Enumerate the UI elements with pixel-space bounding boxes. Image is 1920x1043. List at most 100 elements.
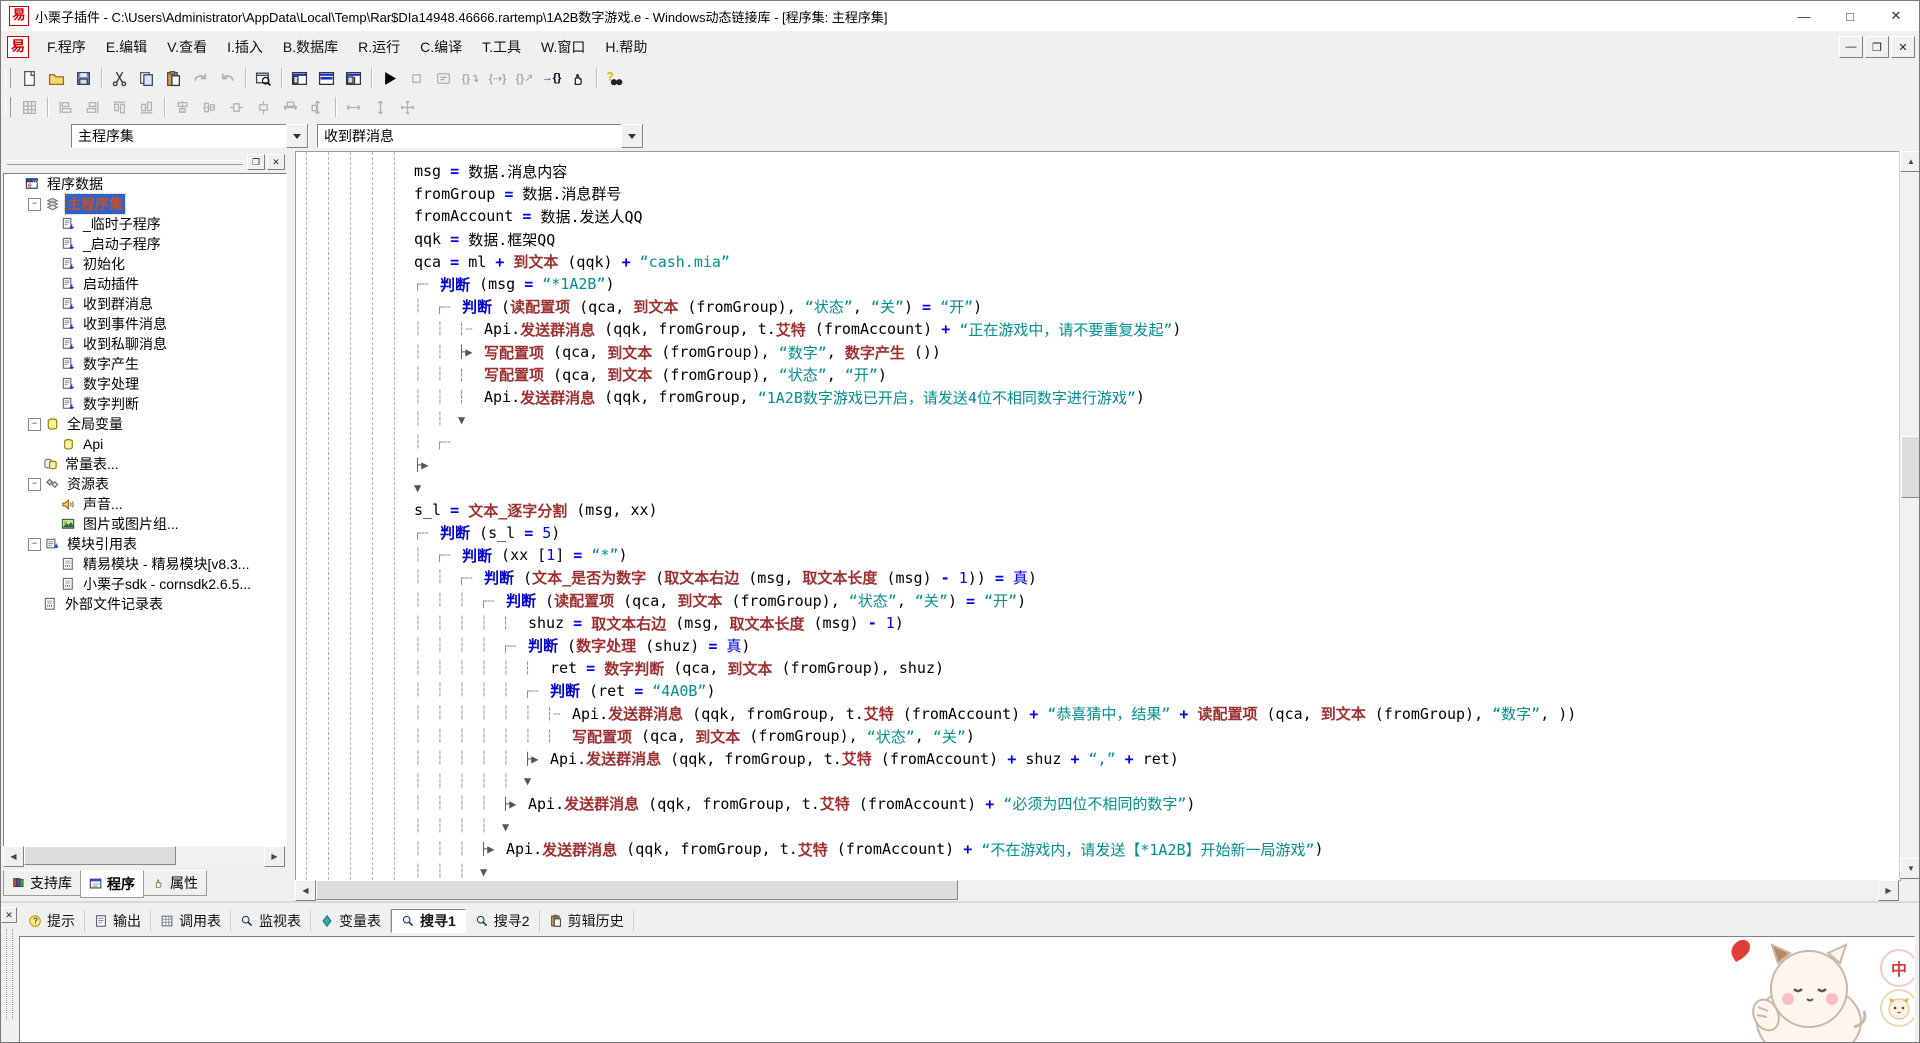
tree-horizontal-scrollbar[interactable]: ◀ ▶ <box>3 846 285 865</box>
code-line-23[interactable]: ┆┆┆┆┆┆ret = 数字判断 (qca, 到文本 (fromGroup), … <box>414 657 1576 680</box>
search-results-area[interactable]: 中 <box>19 936 1915 1043</box>
menu-item-7[interactable]: T.工具 <box>472 33 531 61</box>
code-horizontal-scrollbar[interactable]: ◀ ▶ <box>295 880 1899 900</box>
code-line-22[interactable]: ┆┆┆┆┌╌判断 (数字处理 (shuz) = 真) <box>414 634 1576 657</box>
tree-item-程序数据[interactable]: e101程序数据 <box>4 174 286 194</box>
save-button[interactable] <box>71 66 96 90</box>
tree-item-_临时子程序[interactable]: _临时子程序 <box>4 214 286 234</box>
menu-item-5[interactable]: R.运行 <box>348 33 410 61</box>
code-line-20[interactable]: ┆┆┆┌╌判断 (读配置项 (qca, 到文本 (fromGroup), “状态… <box>414 589 1576 612</box>
tab-剪辑历史[interactable]: 剪辑历史 <box>540 910 634 932</box>
tab-属性[interactable]: 属性 <box>143 870 207 896</box>
child-minimize-button[interactable]: — <box>1839 36 1863 58</box>
code-line-24[interactable]: ┆┆┆┆┆┌╌判断 (ret = “4A0B”) <box>414 680 1576 703</box>
pause-hand-button[interactable] <box>566 66 591 90</box>
tree-item-收到私聊消息[interactable]: 收到私聊消息 <box>4 334 286 354</box>
expand-collapse-icon[interactable]: − <box>28 538 41 551</box>
tree-item-数字判断[interactable]: 数字判断 <box>4 394 286 414</box>
expand-collapse-icon[interactable]: − <box>28 478 41 491</box>
menu-item-6[interactable]: C.编译 <box>410 33 472 61</box>
tab-搜寻2[interactable]: 搜寻2 <box>466 910 540 932</box>
tab-调用表[interactable]: 调用表 <box>151 910 231 932</box>
panel-grip[interactable] <box>7 160 243 165</box>
code-vertical-scrollbar[interactable]: ▲ ▼ <box>1899 151 1920 879</box>
tab-支持库[interactable]: 支持库 <box>3 870 81 896</box>
tab-提示[interactable]: ?提示 <box>19 910 85 932</box>
panel-splitter[interactable] <box>287 151 295 901</box>
scroll-right-icon[interactable]: ▶ <box>264 846 285 867</box>
code-line-1[interactable]: msg = 数据.消息内容 <box>414 160 1576 183</box>
toolbar-grip[interactable] <box>5 68 11 88</box>
tree-item-初始化[interactable]: 初始化 <box>4 254 286 274</box>
tree-item-声音-[interactable]: 声音... <box>4 494 286 514</box>
code-line-7[interactable]: ┆┌╌判断 (读配置项 (qca, 到文本 (fromGroup), “状态”,… <box>414 296 1576 319</box>
tree-item-主程序集[interactable]: −主程序集 <box>4 194 286 214</box>
paste-button[interactable] <box>161 66 186 90</box>
code-line-27[interactable]: ┆┆┆┆┆├▶Api.发送群消息 (qqk, fromGroup, t.艾特 (… <box>414 747 1576 770</box>
menu-item-2[interactable]: V.查看 <box>157 33 217 61</box>
tab-监视表[interactable]: 监视表 <box>231 910 311 932</box>
open-file-button[interactable] <box>44 66 69 90</box>
new-file-button[interactable] <box>17 66 42 90</box>
tab-变量表[interactable]: 变量表 <box>311 910 391 932</box>
tree-item-精易模块-精易模块-v8-3-[interactable]: 精易模块 - 精易模块[v8.3... <box>4 554 286 574</box>
code-line-8[interactable]: ┆┆┆╌Api.发送群消息 (qqk, fromGroup, t.艾特 (fro… <box>414 318 1576 341</box>
tree-item-小栗子sdk-cornsdk2-6-5-[interactable]: 小栗子sdk - cornsdk2.6.5... <box>4 574 286 594</box>
find-button[interactable] <box>251 66 276 90</box>
menu-item-3[interactable]: I.插入 <box>217 33 273 61</box>
tree-item-资源表[interactable]: −资源表 <box>4 474 286 494</box>
routine-combobox[interactable]: 收到群消息 <box>317 124 644 148</box>
layout-split-button[interactable] <box>341 66 366 90</box>
scroll-right-icon[interactable]: ▶ <box>1878 880 1899 901</box>
tree-item-_启动子程序[interactable]: _启动子程序 <box>4 234 286 254</box>
tree-item-模块引用表[interactable]: −模块引用表 <box>4 534 286 554</box>
code-line-28[interactable]: ┆┆┆┆┆▼ <box>414 770 1576 793</box>
code-editor[interactable]: msg = 数据.消息内容fromGroup = 数据.消息群号fromAcco… <box>295 151 1901 881</box>
layout-top-button[interactable] <box>314 66 339 90</box>
code-line-9[interactable]: ┆┆├▶写配置项 (qca, 到文本 (fromGroup), “数字”, 数字… <box>414 341 1576 364</box>
menu-item-0[interactable]: F.程序 <box>37 33 96 61</box>
layout-left-button[interactable] <box>287 66 312 90</box>
code-line-6[interactable]: ┌╌判断 (msg = “*1A2B”) <box>414 273 1576 296</box>
code-line-11[interactable]: ┆┆┆Api.发送群消息 (qqk, fromGroup, “1A2B数字游戏已… <box>414 386 1576 409</box>
code-line-31[interactable]: ┆┆┆├▶Api.发送群消息 (qqk, fromGroup, t.艾特 (fr… <box>414 838 1576 861</box>
code-line-26[interactable]: ┆┆┆┆┆┆┆写配置项 (qca, 到文本 (fromGroup), “状态”,… <box>414 725 1576 748</box>
code-line-14[interactable]: ├▶ <box>414 454 1576 477</box>
tree-item-外部文件记录表[interactable]: 外部文件记录表 <box>4 594 286 614</box>
code-line-32[interactable]: ┆┆┆▼ <box>414 860 1576 881</box>
code-line-29[interactable]: ┆┆┆┆├▶Api.发送群消息 (qqk, fromGroup, t.艾特 (f… <box>414 793 1576 816</box>
tree-item-常量表-[interactable]: 常量表... <box>4 454 286 474</box>
expand-collapse-icon[interactable]: − <box>28 198 41 211</box>
help-search-button[interactable]: ? <box>602 66 627 90</box>
cut-button[interactable] <box>107 66 132 90</box>
floating-badge[interactable]: 中 <box>1880 949 1915 987</box>
code-line-19[interactable]: ┆┆┌╌判断 (文本_是否为数字 (取文本右边 (msg, 取文本长度 (msg… <box>414 567 1576 590</box>
maximize-button[interactable]: □ <box>1827 1 1873 31</box>
tree-item-Api[interactable]: Api <box>4 434 286 454</box>
assembly-combobox[interactable]: 主程序集 <box>71 124 309 148</box>
scroll-up-icon[interactable]: ▲ <box>1900 151 1920 172</box>
tree-item-数字处理[interactable]: 数字处理 <box>4 374 286 394</box>
code-line-21[interactable]: ┆┆┆┆┆shuz = 取文本右边 (msg, 取文本长度 (msg) - 1) <box>414 612 1576 635</box>
chevron-down-icon[interactable] <box>286 124 308 148</box>
code-line-15[interactable]: ▼ <box>414 476 1576 499</box>
code-line-10[interactable]: ┆┆┆写配置项 (qca, 到文本 (fromGroup), “状态”, “开”… <box>414 363 1576 386</box>
child-close-button[interactable]: ✕ <box>1891 36 1915 58</box>
code-line-16[interactable]: s_l = 文本_逐字分割 (msg, xx) <box>414 499 1576 522</box>
scroll-left-icon[interactable]: ◀ <box>295 880 316 901</box>
panel-close-button[interactable]: ✕ <box>267 154 285 170</box>
menu-item-8[interactable]: W.窗口 <box>531 33 595 61</box>
scrollbar-thumb[interactable] <box>24 846 176 865</box>
toolbar-grip[interactable] <box>5 97 11 117</box>
minimize-button[interactable]: — <box>1781 1 1827 31</box>
tab-输出[interactable]: 输出 <box>85 910 151 932</box>
tree-item-图片或图片组-[interactable]: 图片或图片组... <box>4 514 286 534</box>
code-line-18[interactable]: ┆┌╌判断 (xx [1] = “*”) <box>414 544 1576 567</box>
tab-程序[interactable]: 程序 <box>80 870 144 898</box>
code-line-3[interactable]: fromAccount = 数据.发送人QQ <box>414 205 1576 228</box>
scrollbar-thumb[interactable] <box>1901 436 1920 498</box>
code-line-5[interactable]: qca = ml + 到文本 (qqk) + “cash.mia” <box>414 250 1576 273</box>
output-panel-close-button[interactable]: ✕ <box>1 907 17 923</box>
code-line-4[interactable]: qqk = 数据.框架QQ <box>414 228 1576 251</box>
scroll-down-icon[interactable]: ▼ <box>1900 858 1920 879</box>
